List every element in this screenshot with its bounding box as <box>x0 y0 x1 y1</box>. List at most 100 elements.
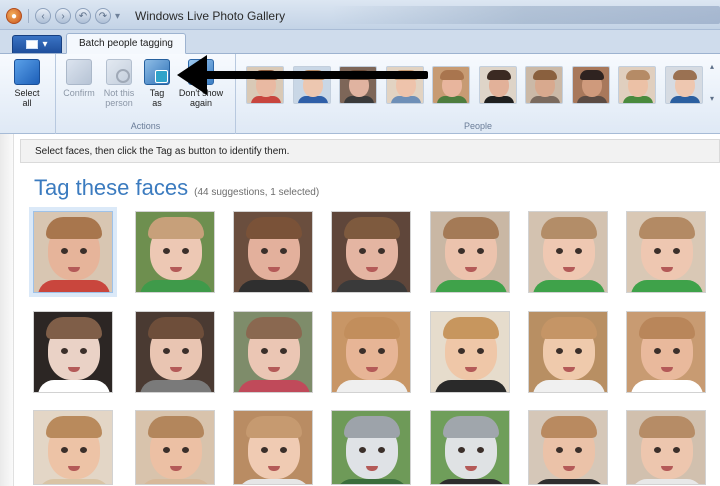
face-eye <box>458 447 465 453</box>
face-thumbnail[interactable] <box>233 211 313 293</box>
face-shirt <box>140 380 212 392</box>
face-thumbnail[interactable] <box>331 410 411 485</box>
face-eye <box>163 348 170 354</box>
face-shirt <box>140 479 212 484</box>
face-hair <box>541 416 597 438</box>
face-eye <box>477 248 484 254</box>
face-shirt <box>38 479 110 484</box>
face-hair <box>443 217 499 239</box>
annotation-arrow-shaft <box>205 71 428 79</box>
face-thumbnail[interactable] <box>528 410 608 485</box>
face-thumbnail[interactable] <box>331 311 411 393</box>
face-eye <box>673 248 680 254</box>
face-shirt <box>435 280 507 292</box>
face-thumbnail[interactable] <box>233 410 313 485</box>
face-shirt <box>38 380 110 392</box>
face-thumbnail[interactable] <box>29 207 117 297</box>
people-scroll-up-icon[interactable]: ▴ <box>710 62 718 72</box>
person-thumbnail[interactable] <box>525 66 563 104</box>
face-thumbnail[interactable] <box>430 410 510 485</box>
face-thumbnail[interactable] <box>626 410 706 485</box>
face-eye <box>280 447 287 453</box>
face-hair <box>46 416 102 438</box>
face-eye <box>80 447 87 453</box>
face-eye <box>280 348 287 354</box>
face-hair <box>541 217 597 239</box>
face-eye <box>280 248 287 254</box>
quick-access-toolbar: ● ‹ › ↶ ↷ ▾ <box>6 7 120 25</box>
tag-as-button[interactable]: Tag as <box>140 59 174 108</box>
face-eye <box>654 447 661 453</box>
person-shirt <box>669 96 700 103</box>
face-eye <box>80 248 87 254</box>
suggestion-count: (44 suggestions, 1 selected) <box>194 187 320 198</box>
select-all-button[interactable]: Select all <box>10 59 44 108</box>
forward-icon[interactable]: › <box>55 8 71 24</box>
face-thumbnail[interactable] <box>528 311 608 393</box>
face-hair <box>639 217 695 239</box>
face-eye <box>378 248 385 254</box>
face-hair <box>148 217 204 239</box>
face-eye <box>458 248 465 254</box>
face-shirt <box>238 479 310 484</box>
face-thumbnail[interactable] <box>331 211 411 293</box>
face-eye <box>673 447 680 453</box>
face-hair <box>639 317 695 339</box>
face-thumbnail[interactable] <box>135 311 215 393</box>
person-thumbnail[interactable] <box>618 66 656 104</box>
face-thumbnail[interactable] <box>528 211 608 293</box>
face-hair <box>46 317 102 339</box>
face-thumbnail[interactable] <box>233 311 313 393</box>
face-eye <box>359 447 366 453</box>
person-hair <box>486 70 511 80</box>
person-shirt <box>483 96 514 103</box>
person-thumbnail[interactable] <box>432 66 470 104</box>
app-menu-button[interactable]: ▾ <box>12 35 62 53</box>
face-shirt <box>533 479 605 484</box>
select-all-icon <box>14 59 40 85</box>
face-eye <box>163 447 170 453</box>
face-thumbnail[interactable] <box>33 410 113 485</box>
confirm-label: Confirm <box>63 88 95 98</box>
face-eye <box>654 248 661 254</box>
face-thumbnail[interactable] <box>33 311 113 393</box>
people-scroll-down-icon[interactable]: ▾ <box>710 94 718 104</box>
person-shirt <box>530 96 560 103</box>
people-group-label: People <box>463 121 493 131</box>
not-this-person-label: Not this person <box>103 88 135 108</box>
not-this-person-button[interactable]: Not this person <box>102 59 136 108</box>
person-hair <box>579 70 604 80</box>
person-shirt <box>297 96 328 103</box>
face-thumbnail[interactable] <box>626 211 706 293</box>
face-hair <box>443 416 499 438</box>
face-hair <box>344 217 400 239</box>
title-bar-blur <box>330 6 720 24</box>
not-this-person-icon <box>106 59 132 85</box>
face-shirt <box>631 380 703 392</box>
person-thumbnail[interactable] <box>571 66 610 104</box>
tag-as-label: Tag as <box>149 88 165 108</box>
confirm-button[interactable]: Confirm <box>62 59 96 98</box>
face-thumbnail[interactable] <box>430 311 510 393</box>
tab-batch-people-tagging[interactable]: Batch people tagging <box>66 33 186 54</box>
face-eye <box>261 348 268 354</box>
face-thumbnail[interactable] <box>135 410 215 485</box>
face-eye <box>654 348 661 354</box>
face-hair <box>541 317 597 339</box>
undo-icon[interactable]: ↶ <box>75 8 91 24</box>
face-eye <box>61 348 68 354</box>
dropdown-icon[interactable]: ▾ <box>115 11 120 22</box>
face-thumbnail[interactable] <box>430 211 510 293</box>
back-icon[interactable]: ‹ <box>35 8 51 24</box>
ribbon: Select all Confirm Not this person Tag a… <box>0 54 720 134</box>
person-thumbnail[interactable] <box>478 66 517 104</box>
actions-group: Confirm Not this person Tag as Don't sho… <box>56 54 236 134</box>
face-eye <box>261 447 268 453</box>
page-title-text: Tag these faces <box>34 175 189 200</box>
person-thumbnail[interactable] <box>664 66 703 104</box>
app-icon[interactable]: ● <box>6 8 22 24</box>
face-thumbnail[interactable] <box>135 211 215 293</box>
face-shirt <box>435 479 507 484</box>
face-thumbnail[interactable] <box>626 311 706 393</box>
redo-icon[interactable]: ↷ <box>95 8 111 24</box>
